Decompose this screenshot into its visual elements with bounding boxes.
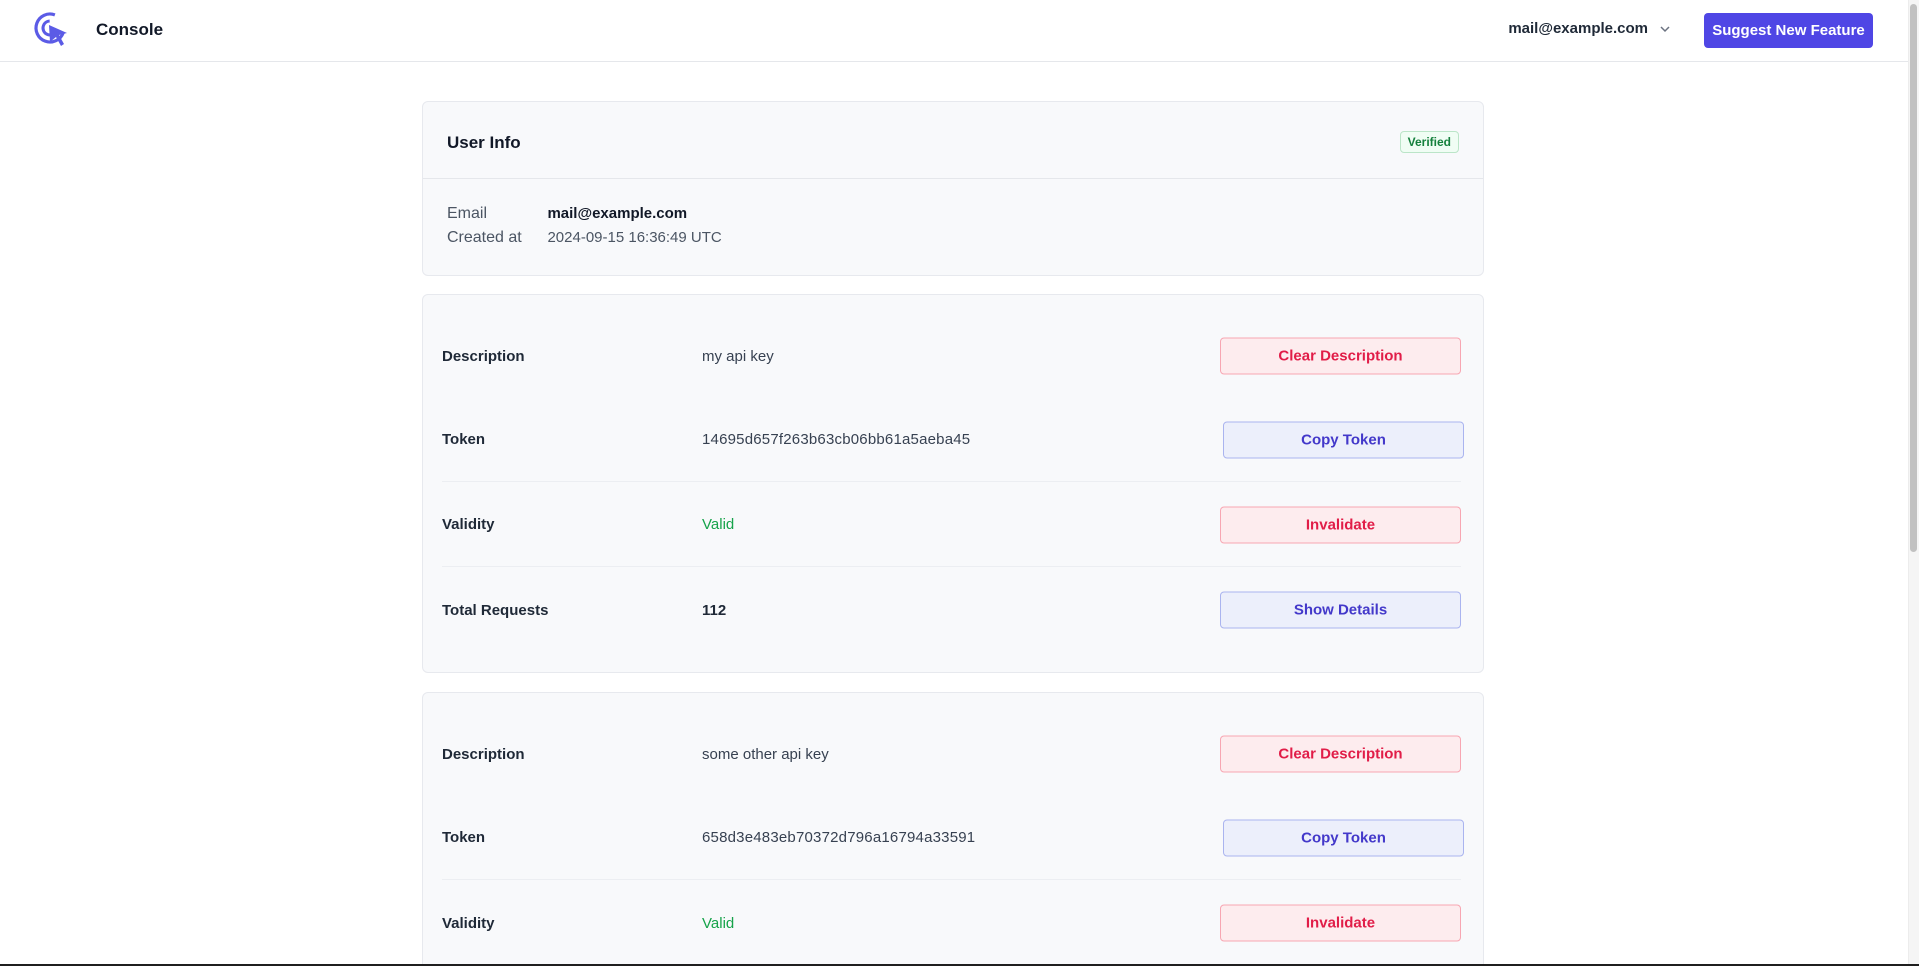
description-value: my api key bbox=[702, 347, 774, 365]
invalidate-button[interactable]: Invalidate bbox=[1220, 506, 1461, 543]
clear-description-button[interactable]: Clear Description bbox=[1220, 337, 1461, 375]
description-row: Description my api key Clear Description bbox=[442, 314, 1461, 398]
clear-description-button[interactable]: Clear Description bbox=[1220, 735, 1461, 773]
token-label: Token bbox=[442, 829, 486, 846]
top-bar: Console mail@example.com Suggest New Fea… bbox=[0, 0, 1908, 62]
user-info-title: User Info bbox=[447, 133, 521, 152]
token-label: Token bbox=[442, 431, 486, 448]
validity-label: Validity bbox=[442, 516, 495, 533]
token-row: Token 14695d657f263b63cb06bb61a5aeba45 C… bbox=[442, 398, 1464, 482]
copy-token-button[interactable]: Copy Token bbox=[1223, 819, 1464, 856]
token-value: 14695d657f263b63cb06bb61a5aeba45 bbox=[702, 431, 971, 448]
invalidate-button[interactable]: Invalidate bbox=[1220, 904, 1461, 942]
user-info-card: User Info Verified Email mail@example.co… bbox=[422, 101, 1484, 276]
cursor-click-logo-icon[interactable] bbox=[33, 11, 71, 49]
chevron-down-icon bbox=[1660, 25, 1670, 32]
token-row: Token 658d3e483eb70372d796a16794a33591 C… bbox=[442, 796, 1464, 880]
total-requests-label: Total Requests bbox=[442, 601, 549, 619]
created-row: Created at 2024-09-15 16:36:49 UTC bbox=[447, 229, 722, 247]
validity-label: Validity bbox=[442, 914, 495, 932]
copy-token-button[interactable]: Copy Token bbox=[1223, 421, 1464, 458]
email-row: Email mail@example.com bbox=[447, 205, 687, 223]
validity-value: Valid bbox=[702, 914, 735, 932]
description-value: some other api key bbox=[702, 745, 829, 763]
total-requests-row: Total Requests 112 Show Details bbox=[442, 568, 1461, 652]
email-value: mail@example.com bbox=[547, 205, 688, 222]
scrollbar-thumb[interactable] bbox=[1910, 4, 1917, 552]
user-info-header: User Info Verified bbox=[423, 102, 1483, 179]
token-value: 658d3e483eb70372d796a16794a33591 bbox=[702, 829, 976, 846]
app-title: Console bbox=[96, 20, 164, 39]
created-label: Created at bbox=[447, 229, 522, 246]
email-label: Email bbox=[447, 205, 488, 222]
suggest-feature-button[interactable]: Suggest New Feature bbox=[1704, 13, 1873, 48]
created-value: 2024-09-15 16:36:49 UTC bbox=[547, 229, 722, 246]
description-label: Description bbox=[442, 347, 525, 365]
description-label: Description bbox=[442, 745, 525, 763]
validity-row: Validity Valid Invalidate bbox=[442, 881, 1461, 965]
show-details-button[interactable]: Show Details bbox=[1220, 591, 1461, 629]
vertical-scrollbar[interactable] bbox=[1908, 0, 1919, 966]
api-key-card: Description some other api key Clear Des… bbox=[422, 692, 1484, 966]
account-menu[interactable]: mail@example.com bbox=[1508, 20, 1672, 37]
account-email: mail@example.com bbox=[1508, 20, 1648, 37]
total-requests-value: 112 bbox=[702, 601, 727, 619]
api-key-card: Description my api key Clear Description… bbox=[422, 294, 1484, 673]
verified-badge: Verified bbox=[1399, 131, 1459, 153]
validity-row: Validity Valid Invalidate bbox=[442, 483, 1461, 567]
description-row: Description some other api key Clear Des… bbox=[442, 712, 1461, 796]
validity-value: Valid bbox=[702, 516, 735, 533]
